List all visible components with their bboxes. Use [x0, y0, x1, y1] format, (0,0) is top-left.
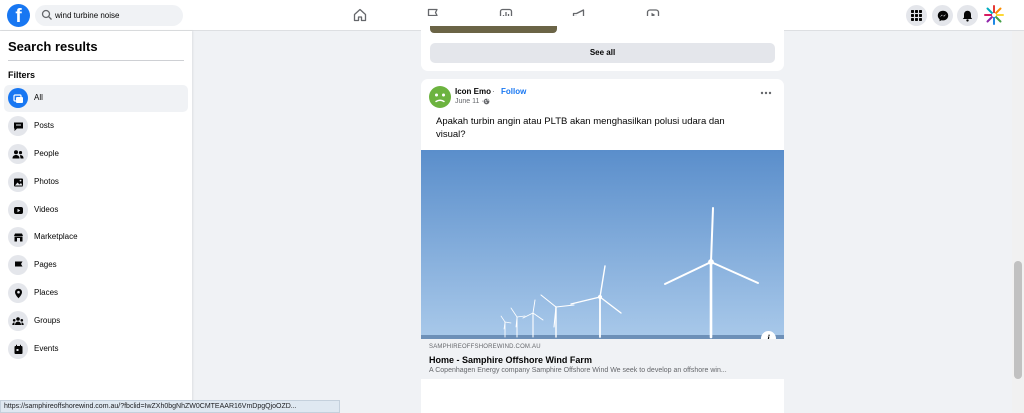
marketplace-icon — [8, 227, 28, 247]
menu-grid-button[interactable] — [906, 5, 927, 26]
sidebar-item-label: Marketplace — [34, 232, 78, 241]
sidebar-item-label: Pages — [34, 260, 57, 269]
sidebar-item-events[interactable]: Events — [4, 336, 188, 363]
search-input[interactable] — [55, 8, 177, 23]
messenger-button[interactable] — [932, 5, 953, 26]
menu-grid-icon — [911, 10, 922, 21]
filters-heading: Filters — [8, 70, 36, 80]
search-icon — [41, 9, 52, 20]
sidebar-item-photos[interactable]: Photos — [4, 169, 188, 196]
pages-icon — [8, 255, 28, 275]
home-icon[interactable] — [352, 7, 368, 23]
link-title[interactable]: Home - Samphire Offshore Wind Farm — [429, 355, 592, 365]
sidebar-item-groups[interactable]: Groups — [4, 308, 188, 335]
notifications-button[interactable] — [957, 5, 978, 26]
see-all-button[interactable]: See all — [430, 43, 775, 63]
name-separator: · — [492, 87, 495, 96]
sidebar-item-label: All — [34, 93, 43, 102]
page-title: Search results — [8, 39, 98, 54]
sidebar-item-label: Groups — [34, 316, 61, 325]
sidebar-item-label: Photos — [34, 177, 59, 186]
places-icon — [8, 283, 28, 303]
search-box[interactable] — [35, 5, 183, 26]
facebook-logo-icon[interactable]: f — [7, 4, 30, 27]
link-preview[interactable]: SAMPHIREOFFSHOREWIND.COM.AU Home - Samph… — [421, 339, 784, 379]
link-description: A Copenhagen Energy company Samphire Off… — [429, 367, 727, 374]
all-icon — [8, 88, 28, 108]
events-icon — [8, 339, 28, 359]
post-author-name[interactable]: Icon Emo — [455, 87, 491, 96]
posts-icon — [8, 116, 28, 136]
post-date[interactable]: June 11 · — [455, 98, 484, 105]
sidebar-item-label: People — [34, 149, 59, 158]
sidebar-item-places[interactable]: Places — [4, 280, 188, 307]
wind-turbines-image[interactable] — [421, 150, 784, 339]
sidebar-item-label: Videos — [34, 205, 59, 214]
messenger-icon — [937, 10, 948, 21]
scrollbar-thumb[interactable] — [1014, 261, 1022, 379]
sidebar-item-marketplace[interactable]: Marketplace — [4, 224, 188, 251]
sidebar-item-label: Posts — [34, 121, 55, 130]
sidebar-divider — [8, 60, 184, 61]
sidebar-item-people[interactable]: People — [4, 141, 188, 168]
page-scrollbar[interactable] — [1012, 31, 1024, 413]
previous-results-card: See all — [421, 16, 784, 71]
author-avatar[interactable] — [429, 86, 451, 108]
sidebar-item-label: Places — [34, 288, 59, 297]
sidebar-item-pages[interactable]: Pages — [4, 252, 188, 279]
post-card: Icon Emo · Follow June 11 · Apakah turbi… — [421, 79, 784, 413]
sidebar-item-posts[interactable]: Posts — [4, 113, 188, 140]
globe-icon — [483, 98, 490, 105]
status-url-bar: https://samphireoffshorewind.com.au/?fbc… — [0, 400, 340, 413]
result-thumbnail[interactable] — [430, 26, 557, 33]
link-domain: SAMPHIREOFFSHOREWIND.COM.AU — [429, 344, 541, 350]
people-icon — [8, 144, 28, 164]
search-sidebar: Search results Filters All Posts People … — [0, 31, 192, 413]
more-options-icon[interactable] — [759, 89, 773, 97]
sidebar-item-all[interactable]: All — [4, 85, 188, 112]
follow-link[interactable]: Follow — [501, 87, 526, 96]
sidebar-item-label: Events — [34, 344, 59, 353]
post-text: Apakah turbin angin atau PLTB akan mengh… — [436, 116, 725, 140]
notifications-icon — [962, 10, 973, 22]
groups-icon — [8, 311, 28, 331]
photos-icon — [8, 172, 28, 192]
sidebar-item-videos[interactable]: Videos — [4, 197, 188, 224]
profile-avatar[interactable] — [983, 4, 1005, 26]
videos-icon — [8, 200, 28, 220]
